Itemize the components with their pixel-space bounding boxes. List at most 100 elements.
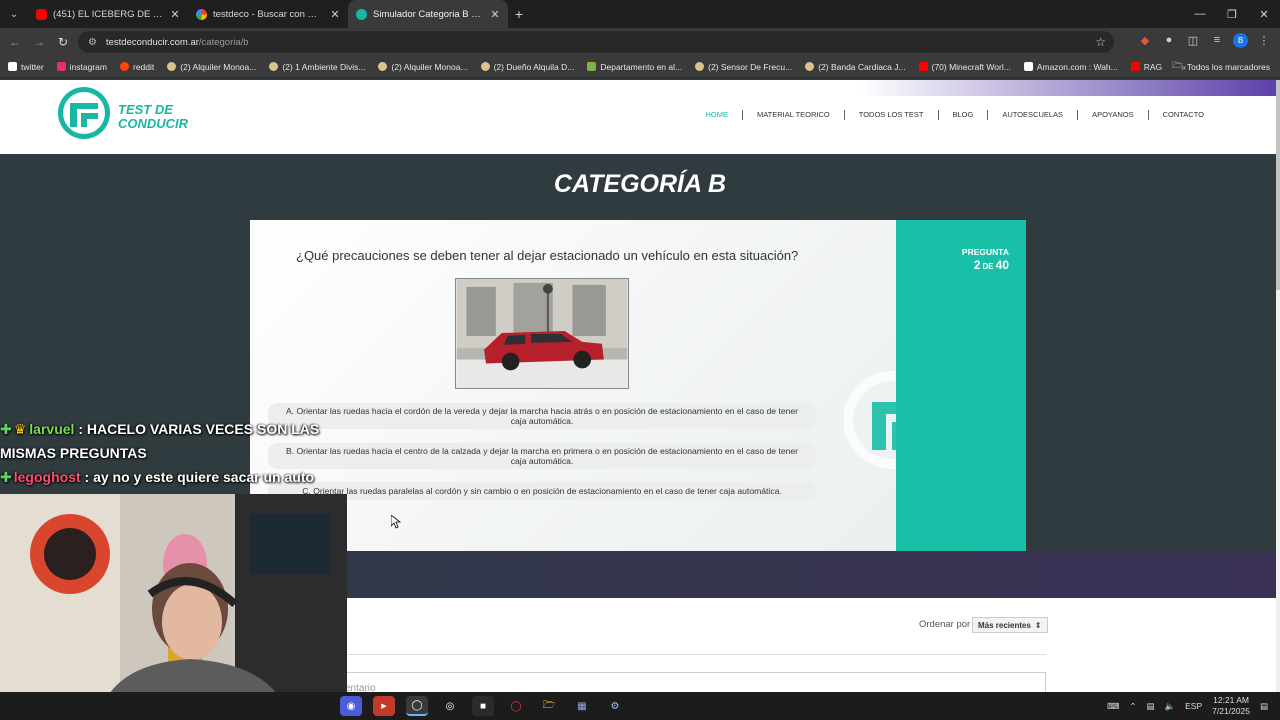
url-path: /categoria/b: [198, 36, 249, 48]
bookmarks-bar: twitter instagram reddit (2) Alquiler Mo…: [0, 56, 1280, 78]
nav-contacto[interactable]: CONTACTO: [1147, 110, 1218, 120]
epic-games-icon[interactable]: ■: [472, 696, 494, 716]
bookmark-item[interactable]: (2) Alquiler Monoa...: [167, 62, 256, 72]
bookmark-label: (2) Banda Cardiaca J...: [818, 61, 906, 72]
tray-chevron-up-icon[interactable]: ⌃: [1129, 701, 1136, 712]
close-tab-icon[interactable]: ✕: [330, 8, 340, 21]
bookmark-item[interactable]: (2) Sensor De Frecu...: [695, 62, 792, 72]
window-controls: — ❐ ✕: [1184, 0, 1280, 28]
taskbar-apps: ◉ ▶ ◯ ◎ ■ ◯ 🗁 ▦ ⚙: [340, 696, 626, 716]
calculator-icon[interactable]: ▦: [571, 696, 593, 716]
answer-option-b[interactable]: B. Orientar las ruedas hacia el centro d…: [268, 443, 816, 469]
address-bar[interactable]: ⚙ testdeconducir.com.ar/categoria/b ☆: [78, 31, 1114, 53]
file-explorer-icon[interactable]: 🗁: [538, 696, 560, 716]
scrollbar-thumb[interactable]: [1276, 80, 1280, 290]
bookmark-item[interactable]: Amazon.com : Wah...: [1023, 62, 1118, 72]
system-tray: ⌨ ⌃ ▤ 🔈 ESP 12:21 AM 7/21/2025 ▤: [1107, 692, 1268, 720]
bookmark-label: (2) Alquiler Monoa...: [391, 61, 468, 72]
reddit-icon: [120, 62, 129, 71]
extension-icons: ◆ ● ◫ ≡ B ⋮: [1137, 32, 1272, 48]
quiz-card: ¿Qué precauciones se deben tener al deja…: [250, 220, 1026, 551]
bookmark-item[interactable]: instagram: [56, 62, 107, 72]
answer-option-c[interactable]: C. Orientar las ruedas paralelas al cord…: [268, 482, 816, 500]
webcam-overlay: [0, 494, 347, 720]
total-questions: 40: [995, 258, 1009, 272]
bookmark-label: reddit: [133, 61, 155, 72]
bookmark-item[interactable]: (2) Banda Cardiaca J...: [805, 61, 906, 72]
google-icon: [196, 8, 207, 20]
bookmark-label: (70) Minecraft Worl...: [931, 61, 1011, 72]
extension-puzzle-icon-a[interactable]: ●: [1161, 32, 1177, 48]
back-arrow-icon[interactable]: ←: [3, 30, 27, 54]
obs-icon[interactable]: ◎: [439, 696, 461, 716]
nav-material-teorico[interactable]: MATERIAL TEORICO: [741, 110, 844, 120]
bookmark-label: (2) Alquiler Monoa...: [180, 61, 257, 72]
site-header: TEST DE CONDUCIR HOME MATERIAL TEORICO T…: [0, 80, 1280, 154]
nav-autoescuelas[interactable]: AUTOESCUELAS: [987, 110, 1077, 120]
bookmark-item[interactable]: (70) Minecraft Worl...: [918, 61, 1011, 72]
bookmark-star-icon[interactable]: ☆: [1095, 35, 1106, 49]
logo-wordmark[interactable]: TEST DE CONDUCIR: [118, 103, 188, 131]
youtube-icon: [1130, 62, 1140, 71]
badge-plus-icon: ✚: [0, 469, 12, 485]
crown-icon: ♛: [13, 421, 27, 437]
close-tab-icon[interactable]: ✕: [170, 8, 180, 21]
extension-fox-icon[interactable]: ◆: [1137, 32, 1153, 48]
steam-icon[interactable]: ⚙: [604, 696, 626, 716]
page-scrollbar[interactable]: [1276, 80, 1280, 692]
header-accent-stripe: [860, 80, 1280, 96]
tab-youtube[interactable]: (451) EL ICEBERG DE LA "KELO ✕: [28, 0, 188, 28]
keyboard-icon[interactable]: ⌨: [1107, 701, 1119, 712]
bookmark-item[interactable]: twitter: [8, 62, 44, 72]
browser-toolbar: ← → ↻ ⚙ testdeconducir.com.ar/categoria/…: [0, 28, 1280, 56]
bookmark-item[interactable]: (2) Alquiler Monoa...: [378, 61, 468, 72]
tab-google[interactable]: testdeco - Buscar con Google ✕: [188, 0, 348, 28]
bookmark-item[interactable]: RAG: [1130, 62, 1162, 72]
opera-icon[interactable]: ◯: [505, 696, 527, 716]
all-bookmarks-folder[interactable]: 🗁 Todos los marcadores: [1172, 60, 1270, 74]
volume-icon[interactable]: 🔈: [1165, 701, 1176, 712]
answer-option-a[interactable]: A. Orientar las ruedas hacia el cordón d…: [268, 403, 816, 429]
instagram-icon: [56, 62, 66, 71]
close-window-icon[interactable]: ✕: [1248, 0, 1280, 28]
extensions-puzzle-icon[interactable]: ◫: [1185, 32, 1201, 48]
reload-icon[interactable]: ↻: [51, 30, 75, 54]
profile-avatar[interactable]: B: [1233, 32, 1248, 48]
nav-apoyanos[interactable]: APOYANOS: [1077, 110, 1148, 120]
network-icon[interactable]: ▤: [1147, 701, 1155, 712]
bookmark-label: (2) Sensor De Frecu...: [708, 61, 793, 72]
clock[interactable]: 12:21 AM 7/21/2025: [1212, 695, 1250, 717]
bookmark-item[interactable]: Departamento en al...: [587, 62, 682, 72]
close-tab-icon[interactable]: ✕: [490, 8, 500, 21]
url-host: testdeconducir.com.ar: [105, 36, 199, 48]
os-taskbar: ◉ ▶ ◯ ◎ ■ ◯ 🗁 ▦ ⚙ ⌨ ⌃ ▤ 🔈 ESP 12:21 AM 7…: [0, 692, 1280, 720]
discord-icon[interactable]: ◉: [340, 696, 362, 716]
restore-icon[interactable]: ❐: [1216, 0, 1248, 28]
video-editor-icon[interactable]: ▶: [373, 696, 395, 716]
new-tab-plus-icon[interactable]: +: [508, 6, 530, 22]
nav-blog[interactable]: BLOG: [937, 110, 988, 120]
marketplace-icon: [269, 62, 279, 71]
progress-label: PREGUNTA: [961, 247, 1009, 257]
forward-arrow-icon[interactable]: →: [27, 30, 51, 54]
tab-simulador[interactable]: Simulador Categoria B de Arge ✕: [348, 0, 508, 28]
nav-home[interactable]: HOME: [691, 110, 742, 120]
nav-todos-los-test[interactable]: TODOS LOS TEST: [843, 110, 938, 120]
site-settings-icon[interactable]: ⚙: [88, 37, 97, 48]
question-image: [455, 278, 629, 389]
notifications-icon[interactable]: ▤: [1260, 701, 1268, 712]
media-control-icon[interactable]: ≡: [1209, 32, 1225, 48]
bookmark-item[interactable]: reddit: [120, 62, 154, 72]
kebab-menu-icon[interactable]: ⋮: [1256, 32, 1272, 48]
test-de-conducir-logo-icon[interactable]: [56, 85, 112, 141]
minimize-icon[interactable]: —: [1184, 0, 1216, 28]
sort-select[interactable]: Más recientes ⇕: [972, 617, 1048, 633]
chrome-icon[interactable]: ◯: [406, 696, 428, 716]
language-indicator[interactable]: ESP: [1185, 701, 1202, 711]
chat-username: legoghost: [13, 469, 81, 485]
tab-search-chevron-icon[interactable]: ⌄: [0, 0, 28, 28]
of-label: DE: [982, 262, 994, 271]
marketplace-icon: [695, 62, 705, 71]
bookmark-item[interactable]: (2) 1 Ambiente Divis...: [269, 62, 365, 72]
bookmark-item[interactable]: (2) Dueño Alquila D...: [480, 62, 574, 72]
